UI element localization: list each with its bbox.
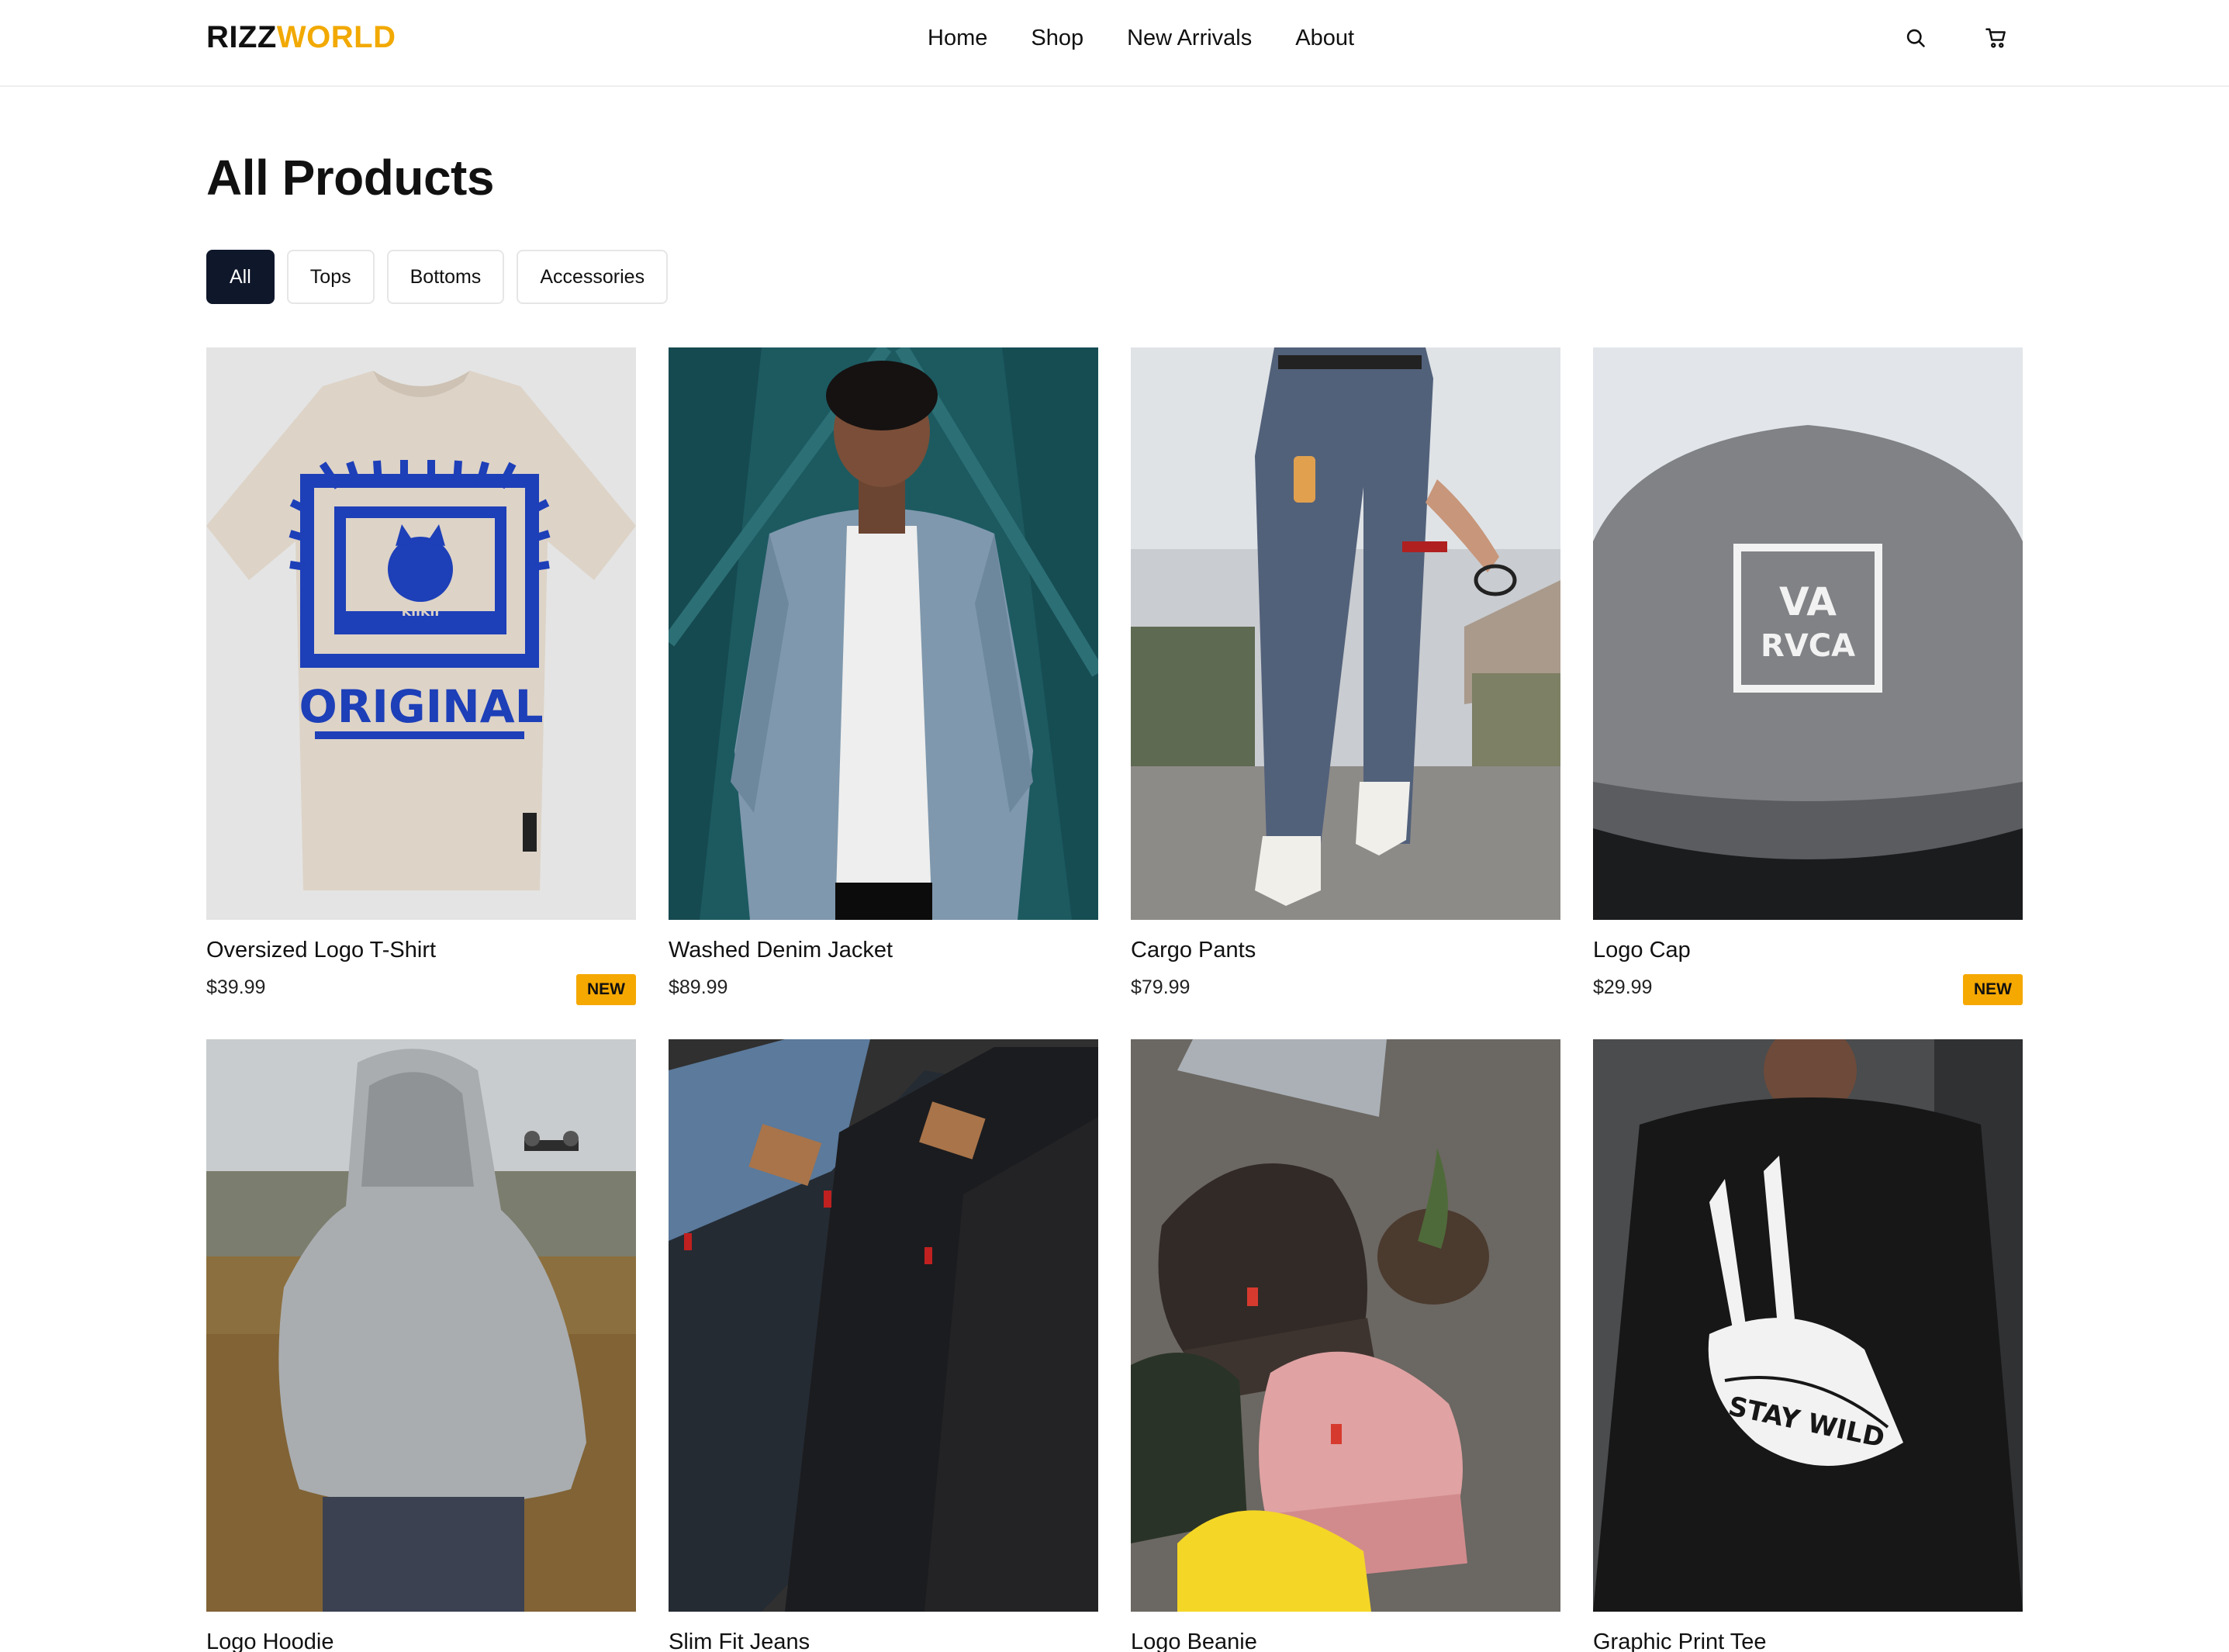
product-card[interactable]: STAY WILD Graphic Print Tee [1593, 1039, 2023, 1652]
nav-about[interactable]: About [1295, 25, 1354, 51]
cart-button[interactable] [1982, 24, 2010, 52]
tshirt-print-main: ORIGINAL [299, 680, 543, 733]
product-name[interactable]: Logo Hoodie [206, 1629, 333, 1652]
product-card[interactable]: Slim Fit Jeans [669, 1039, 1098, 1652]
product-price: $39.99 [206, 976, 266, 998]
product-name[interactable]: Logo Cap [1593, 937, 1691, 963]
header-actions [1902, 24, 2010, 52]
product-name[interactable]: Oversized Logo T-Shirt [206, 937, 436, 963]
product-image-cargo-pants[interactable] [1131, 347, 1560, 920]
filter-tops[interactable]: Tops [286, 250, 375, 304]
product-image-logo-beanie[interactable] [1131, 1039, 1560, 1612]
product-image-graphic-print-tee[interactable]: STAY WILD [1593, 1039, 2023, 1612]
site-header: RIZZWORLD Home Shop New Arrivals About [0, 0, 2229, 87]
nav-home[interactable]: Home [928, 25, 987, 51]
product-price: $29.99 [1593, 976, 1653, 998]
nav-shop[interactable]: Shop [1031, 25, 1083, 51]
product-name[interactable]: Graphic Print Tee [1593, 1629, 1767, 1652]
category-filters: All Tops Bottoms Accessories [206, 250, 669, 304]
filter-accessories[interactable]: Accessories [517, 250, 669, 304]
page-title: All Products [206, 150, 494, 206]
product-grid: KIIKII ORIGINAL Oversized Logo T-Shirt $… [206, 347, 2024, 1652]
cap-logo-top: VA [1779, 579, 1837, 624]
product-image-tshirt[interactable]: KIIKII ORIGINAL [206, 347, 636, 920]
product-image-logo-cap[interactable]: VA RVCA [1593, 347, 2023, 920]
product-name[interactable]: Cargo Pants [1131, 937, 1256, 963]
product-image-slim-fit-jeans[interactable] [669, 1039, 1098, 1612]
product-price: $89.99 [669, 976, 728, 998]
filter-bottoms[interactable]: Bottoms [386, 250, 505, 304]
product-name[interactable]: Logo Beanie [1131, 1629, 1257, 1652]
brand-logo[interactable]: RIZZWORLD [206, 22, 396, 53]
filter-all[interactable]: All [206, 250, 275, 304]
product-card[interactable]: KIIKII ORIGINAL Oversized Logo T-Shirt $… [206, 347, 636, 1039]
product-price: $79.99 [1131, 976, 1191, 998]
product-card[interactable]: Logo Hoodie [206, 1039, 636, 1652]
product-card[interactable]: Washed Denim Jacket $89.99 [669, 347, 1098, 1039]
search-icon [1906, 29, 1925, 47]
cart-icon [1985, 28, 2006, 48]
main-nav: Home Shop New Arrivals About [928, 25, 1398, 51]
product-name[interactable]: Washed Denim Jacket [669, 937, 893, 963]
tshirt-print-small: KIIKII [402, 604, 440, 619]
product-card[interactable]: VA RVCA Logo Cap $29.99 NEW [1593, 347, 2023, 1039]
product-card[interactable]: Logo Beanie [1131, 1039, 1560, 1652]
brand-logo-part-b: WORLD [276, 20, 396, 54]
new-badge: NEW [1963, 974, 2023, 1005]
product-image-logo-hoodie[interactable] [206, 1039, 636, 1612]
brand-logo-part-a: RIZZ [206, 20, 277, 54]
product-name[interactable]: Slim Fit Jeans [669, 1629, 810, 1652]
search-button[interactable] [1902, 24, 1930, 52]
new-badge: NEW [576, 974, 636, 1005]
nav-new-arrivals[interactable]: New Arrivals [1127, 25, 1252, 51]
product-card[interactable]: Cargo Pants $79.99 [1131, 347, 1560, 1039]
product-image-denim-jacket[interactable] [669, 347, 1098, 920]
cap-logo-bottom: RVCA [1761, 628, 1855, 664]
